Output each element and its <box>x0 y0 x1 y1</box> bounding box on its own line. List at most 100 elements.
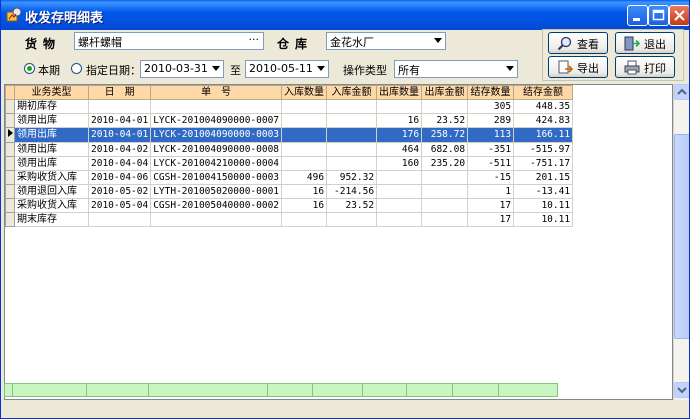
table-cell[interactable]: 160 <box>376 156 423 171</box>
table-cell[interactable] <box>326 127 378 143</box>
detail-grid[interactable]: 业务类型 日 期 单 号 入库数量 入库金额 出库数量 出库金额 结存数量 结存… <box>4 84 673 400</box>
table-cell[interactable]: 16 <box>281 184 328 199</box>
export-button[interactable]: 导出 <box>548 56 608 78</box>
table-cell[interactable]: 2010-04-02 <box>87 142 152 157</box>
table-cell[interactable]: 领用出库 <box>14 156 89 171</box>
table-cell[interactable]: 17 <box>467 198 515 213</box>
date-from-picker[interactable]: 2010-03-31 <box>140 60 224 78</box>
table-row[interactable]: 领用退回入库 2010-05-02 LYTH-201005020000-0001 16… <box>5 184 574 199</box>
table-row[interactable]: 采购收货入库 2010-04-06 CGSH-201004150000-0003 49… <box>5 170 574 185</box>
row-indicator[interactable] <box>5 99 15 114</box>
table-cell[interactable]: 1 <box>467 184 515 199</box>
print-button[interactable]: 打印 <box>615 56 675 78</box>
column-header[interactable]: 出库金额 <box>421 85 469 100</box>
table-row[interactable]: 领用出库 2010-04-02 LYCK-201004090000-0008 464 6… <box>5 142 574 157</box>
table-cell[interactable]: 2010-04-01 <box>87 113 152 128</box>
table-cell[interactable]: LYCK-201004210000-0004 <box>150 156 283 171</box>
column-header[interactable]: 出库数量 <box>376 85 423 100</box>
row-indicator[interactable] <box>5 170 15 185</box>
date-radio[interactable] <box>71 63 82 74</box>
table-row[interactable]: 领用出库 2010-04-04 LYCK-201004210000-0004 160 2… <box>5 156 574 171</box>
table-cell[interactable] <box>376 198 423 213</box>
table-cell[interactable] <box>421 99 469 114</box>
scroll-up-button[interactable] <box>674 84 689 100</box>
table-cell[interactable] <box>326 113 378 128</box>
table-cell[interactable]: 258.72 <box>421 127 469 143</box>
table-row[interactable]: 期末库存 17 10.11 <box>5 212 574 227</box>
table-cell[interactable]: 10.11 <box>513 212 574 227</box>
table-cell[interactable]: 2010-05-04 <box>87 198 152 213</box>
table-cell[interactable]: 期初库存 <box>14 99 89 114</box>
table-cell[interactable]: 424.83 <box>513 113 574 128</box>
goods-input[interactable]: 螺杆螺帽 ··· <box>74 32 264 50</box>
table-cell[interactable]: -15 <box>467 170 515 185</box>
vertical-scrollbar[interactable] <box>673 84 689 400</box>
table-cell[interactable]: 17 <box>467 212 515 227</box>
table-cell[interactable] <box>150 99 283 114</box>
table-cell[interactable]: -751.17 <box>513 156 574 171</box>
table-cell[interactable]: 176 <box>376 127 423 143</box>
table-cell[interactable]: 201.15 <box>513 170 574 185</box>
table-cell[interactable]: -515.97 <box>513 142 574 157</box>
row-indicator[interactable] <box>5 113 15 128</box>
table-cell[interactable] <box>281 127 328 143</box>
row-indicator[interactable] <box>5 127 15 143</box>
table-cell[interactable] <box>326 212 378 227</box>
table-cell[interactable] <box>281 142 328 157</box>
scroll-thumb[interactable] <box>674 134 689 339</box>
table-cell[interactable]: -13.41 <box>513 184 574 199</box>
goods-browse-button[interactable]: ··· <box>249 33 260 46</box>
table-cell[interactable] <box>421 170 469 185</box>
column-header[interactable]: 日 期 <box>87 85 152 100</box>
minimize-button[interactable] <box>627 5 648 26</box>
table-cell[interactable]: 2010-04-04 <box>87 156 152 171</box>
table-cell[interactable]: 23.52 <box>326 198 378 213</box>
table-cell[interactable]: LYCK-201004090000-0003 <box>150 127 283 143</box>
table-cell[interactable]: 领用出库 <box>14 142 89 157</box>
table-cell[interactable]: -511 <box>467 156 515 171</box>
table-cell[interactable]: 235.20 <box>421 156 469 171</box>
table-cell[interactable]: 2010-04-06 <box>87 170 152 185</box>
table-cell[interactable] <box>281 156 328 171</box>
table-cell[interactable]: 166.11 <box>513 127 574 143</box>
table-cell[interactable] <box>376 184 423 199</box>
maximize-button[interactable] <box>648 5 669 26</box>
table-cell[interactable]: 领用出库 <box>14 127 89 143</box>
column-header[interactable]: 单 号 <box>150 85 283 100</box>
table-cell[interactable]: 23.52 <box>421 113 469 128</box>
column-header[interactable]: 结存金额 <box>513 85 574 100</box>
table-cell[interactable]: 113 <box>467 127 515 143</box>
table-cell[interactable]: 496 <box>281 170 328 185</box>
table-cell[interactable]: 采购收货入库 <box>14 170 89 185</box>
table-cell[interactable]: 448.35 <box>513 99 574 114</box>
period-radio[interactable] <box>24 63 35 74</box>
table-cell[interactable] <box>421 184 469 199</box>
table-cell[interactable]: -214.56 <box>326 184 378 199</box>
column-header[interactable]: 业务类型 <box>14 85 89 100</box>
row-indicator[interactable] <box>5 212 15 227</box>
title-bar[interactable]: 收发存明细表 <box>1 0 689 30</box>
table-cell[interactable]: CGSH-201004150000-0003 <box>150 170 283 185</box>
table-row[interactable]: 领用出库 2010-04-01 LYCK-201004090000-0003 176 2… <box>5 127 574 143</box>
table-cell[interactable] <box>326 142 378 157</box>
table-cell[interactable] <box>376 170 423 185</box>
table-cell[interactable]: CGSH-201005040000-0002 <box>150 198 283 213</box>
table-cell[interactable]: 682.08 <box>421 142 469 157</box>
table-cell[interactable] <box>150 212 283 227</box>
table-cell[interactable]: 16 <box>281 198 328 213</box>
table-cell[interactable] <box>281 212 328 227</box>
table-cell[interactable]: 领用出库 <box>14 113 89 128</box>
exit-button[interactable]: 退出 <box>615 32 675 54</box>
table-cell[interactable]: 2010-04-01 <box>87 127 152 143</box>
table-cell[interactable]: 289 <box>467 113 515 128</box>
table-cell[interactable] <box>376 212 423 227</box>
table-row[interactable]: 领用出库 2010-04-01 LYCK-201004090000-0007 16 23… <box>5 113 574 128</box>
column-header[interactable]: 结存数量 <box>467 85 515 100</box>
scroll-down-button[interactable] <box>674 382 689 398</box>
table-cell[interactable]: 领用退回入库 <box>14 184 89 199</box>
column-header[interactable]: 入库金额 <box>326 85 378 100</box>
table-cell[interactable]: LYTH-201005020000-0001 <box>150 184 283 199</box>
table-row[interactable]: 期初库存 305 448.35 <box>5 99 574 114</box>
table-cell[interactable]: 16 <box>376 113 423 128</box>
table-cell[interactable]: 采购收货入库 <box>14 198 89 213</box>
